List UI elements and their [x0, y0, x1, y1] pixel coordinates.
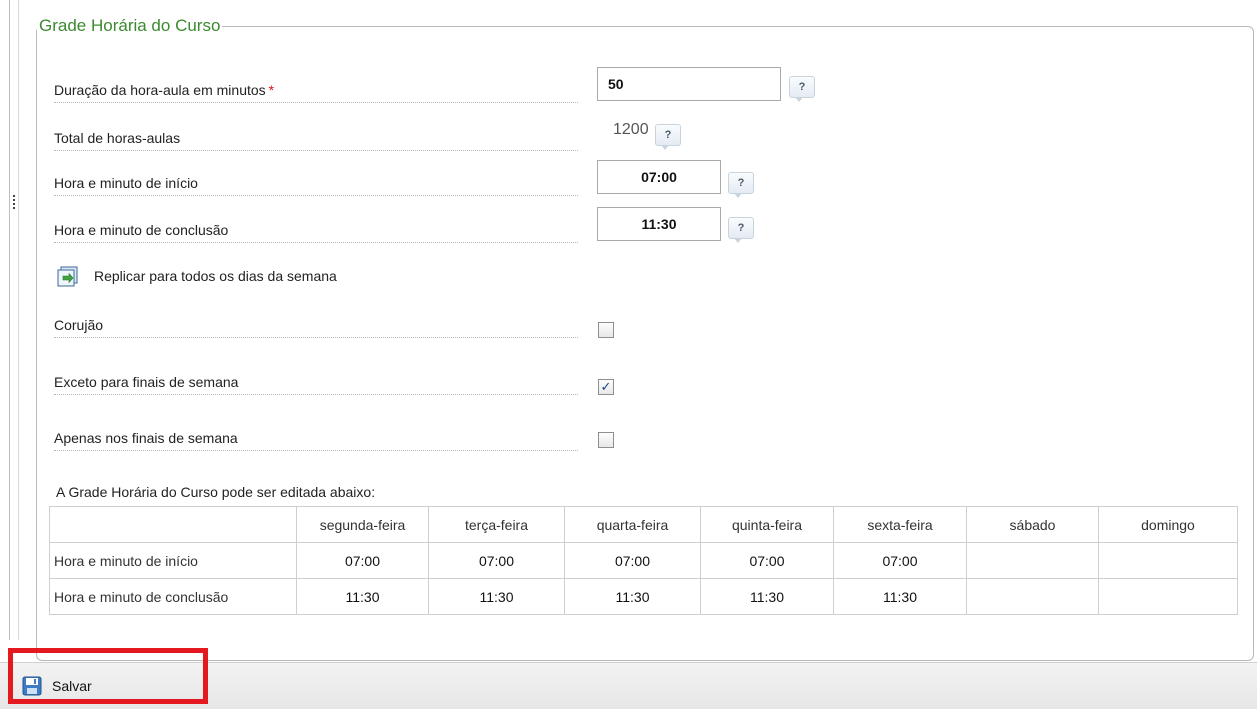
- grid-day-header: terça-feira: [428, 506, 565, 543]
- total-help-icon[interactable]: ?: [655, 124, 681, 150]
- apenas-label: Apenas nos finais de semana: [54, 428, 578, 451]
- floppy-disk-icon: [22, 676, 42, 696]
- grid-day-header: quarta-feira: [564, 506, 701, 543]
- corujao-checkbox[interactable]: [598, 322, 614, 338]
- replicar-button[interactable]: Replicar para todos os dias da semana: [56, 262, 337, 290]
- grid-cell[interactable]: 11:30: [700, 578, 834, 615]
- grid-cell[interactable]: [966, 542, 1099, 579]
- exceto-checkbox[interactable]: ✓: [598, 379, 614, 395]
- splitter-grip-icon[interactable]: [13, 195, 15, 209]
- grid-day-header: sexta-feira: [833, 506, 967, 543]
- replicar-label: Replicar para todos os dias da semana: [94, 268, 337, 284]
- conclusao-label: Hora e minuto de conclusão: [54, 220, 578, 243]
- grid-row-inicio: Hora e minuto de início 07:00 07:00 07:0…: [49, 542, 1238, 579]
- splitter-line: [9, 0, 10, 640]
- grid-header-row: segunda-feira terça-feira quarta-feira q…: [49, 506, 1238, 543]
- grid-caption: A Grade Horária do Curso pode ser editad…: [56, 484, 376, 500]
- grid-row-label: Hora e minuto de início: [49, 542, 297, 579]
- total-value: 1200: [613, 121, 649, 138]
- grid-cell[interactable]: 07:00: [564, 542, 701, 579]
- fieldset-legend: Grade Horária do Curso: [39, 16, 221, 35]
- grid-cell[interactable]: 07:00: [833, 542, 967, 579]
- grid-cell[interactable]: [1098, 542, 1238, 579]
- grid-row-conclusao: Hora e minuto de conclusão 11:30 11:30 1…: [49, 578, 1238, 615]
- duracao-input[interactable]: [597, 67, 781, 101]
- duracao-label-text: Duração da hora-aula em minutos: [54, 82, 266, 98]
- conclusao-help-icon[interactable]: ?: [728, 217, 754, 243]
- grid-cell[interactable]: 11:30: [428, 578, 565, 615]
- grid-cell[interactable]: 07:00: [296, 542, 429, 579]
- apenas-checkbox[interactable]: [598, 432, 614, 448]
- corujao-label: Corujão: [54, 315, 578, 338]
- grid-cell[interactable]: 07:00: [428, 542, 565, 579]
- total-label: Total de horas-aulas: [54, 128, 578, 151]
- grid-corner-cell: [49, 506, 297, 543]
- replicate-icon: [57, 266, 78, 287]
- splitter-line: [18, 0, 19, 640]
- grid-day-header: quinta-feira: [700, 506, 834, 543]
- inicio-label: Hora e minuto de início: [54, 173, 578, 196]
- grid-cell[interactable]: 11:30: [564, 578, 701, 615]
- grid-day-header: sábado: [966, 506, 1099, 543]
- inicio-input[interactable]: [597, 160, 721, 194]
- grid-cell[interactable]: 11:30: [833, 578, 967, 615]
- schedule-grid: segunda-feira terça-feira quarta-feira q…: [49, 506, 1238, 615]
- grid-cell[interactable]: 11:30: [296, 578, 429, 615]
- grid-day-header: segunda-feira: [296, 506, 429, 543]
- required-marker: *: [268, 82, 275, 98]
- grid-cell[interactable]: 07:00: [700, 542, 834, 579]
- inicio-help-icon[interactable]: ?: [728, 172, 754, 198]
- grid-cell[interactable]: [966, 578, 1099, 615]
- save-label: Salvar: [52, 678, 92, 694]
- bottom-toolbar: [0, 662, 1257, 709]
- grid-row-label: Hora e minuto de conclusão: [49, 578, 297, 615]
- grid-cell[interactable]: [1098, 578, 1238, 615]
- duracao-label: Duração da hora-aula em minutos *: [54, 80, 578, 103]
- grid-day-header: domingo: [1098, 506, 1238, 543]
- save-button[interactable]: Salvar: [22, 676, 92, 696]
- left-splitter[interactable]: [0, 0, 22, 640]
- duracao-help-icon[interactable]: ?: [789, 76, 815, 102]
- conclusao-input[interactable]: [597, 207, 721, 241]
- exceto-label: Exceto para finais de semana: [54, 372, 578, 395]
